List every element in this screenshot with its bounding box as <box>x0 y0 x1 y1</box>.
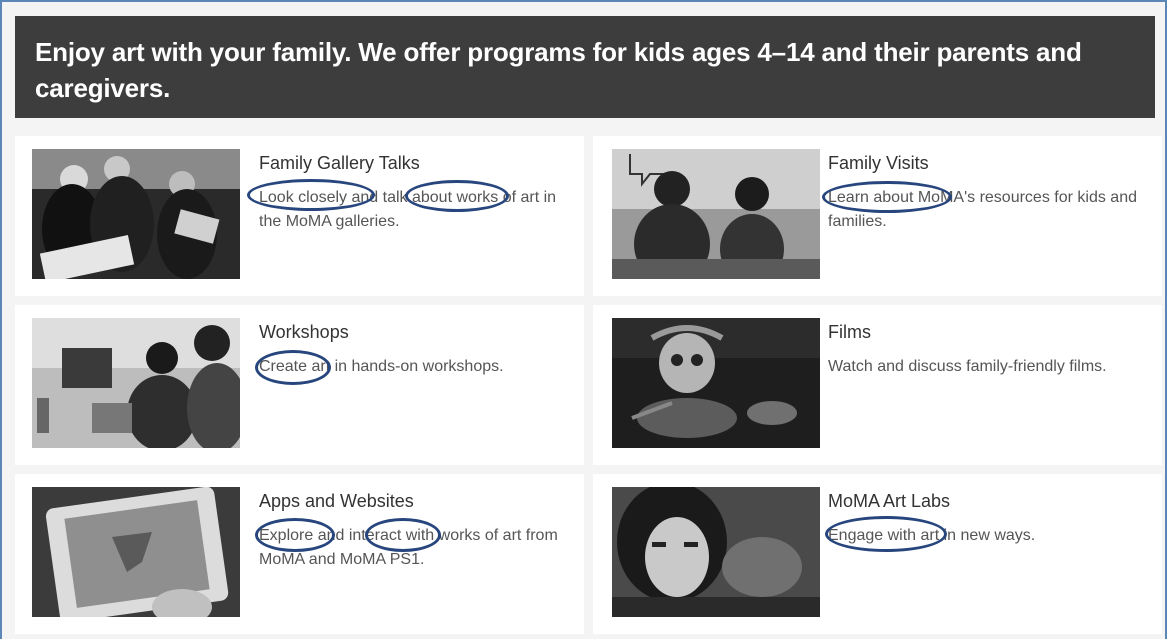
moma-art-labs-photo[interactable] <box>612 487 820 617</box>
films-photo[interactable] <box>612 318 820 448</box>
program-card-family-gallery-talks[interactable]: Family Gallery Talks Look closely and ta… <box>15 136 584 296</box>
program-title[interactable]: Family Gallery Talks <box>259 152 420 174</box>
intro-banner: Enjoy art with your family. We offer pro… <box>15 16 1155 118</box>
program-card-apps-and-websites[interactable]: Apps and Websites Explore and interact w… <box>15 474 584 634</box>
program-description: Look closely and talk about works of art… <box>259 189 557 230</box>
family-gallery-talks-photo[interactable] <box>32 149 240 279</box>
program-card-workshops[interactable]: Workshops Create art in hands-on worksho… <box>15 305 584 465</box>
program-grid: Family Gallery Talks Look closely and ta… <box>15 136 1162 639</box>
workshops-photo[interactable] <box>32 318 240 448</box>
program-title[interactable]: Workshops <box>259 321 349 343</box>
program-title[interactable]: Films <box>828 321 871 343</box>
program-description: Engage with art in new ways. <box>828 527 1036 544</box>
program-description: Learn about MoMA's resources for kids an… <box>828 189 1137 230</box>
apps-and-websites-photo[interactable] <box>32 487 240 617</box>
program-title[interactable]: MoMA Art Labs <box>828 490 950 512</box>
program-card-moma-art-labs[interactable]: MoMA Art Labs Engage with art in new way… <box>593 474 1162 634</box>
program-card-films[interactable]: Films Watch and discuss family-friendly … <box>593 305 1162 465</box>
program-title[interactable]: Family Visits <box>828 152 929 174</box>
program-description: Explore and interact with works of art f… <box>259 527 558 568</box>
family-visits-photo[interactable] <box>612 149 820 279</box>
banner-text: Enjoy art with your family. We offer pro… <box>35 37 1082 103</box>
program-title[interactable]: Apps and Websites <box>259 490 414 512</box>
program-description: Create art in hands-on workshops. <box>259 358 504 375</box>
program-card-family-visits[interactable]: Family Visits Learn about MoMA's resourc… <box>593 136 1162 296</box>
program-description: Watch and discuss family-friendly films. <box>828 358 1107 375</box>
